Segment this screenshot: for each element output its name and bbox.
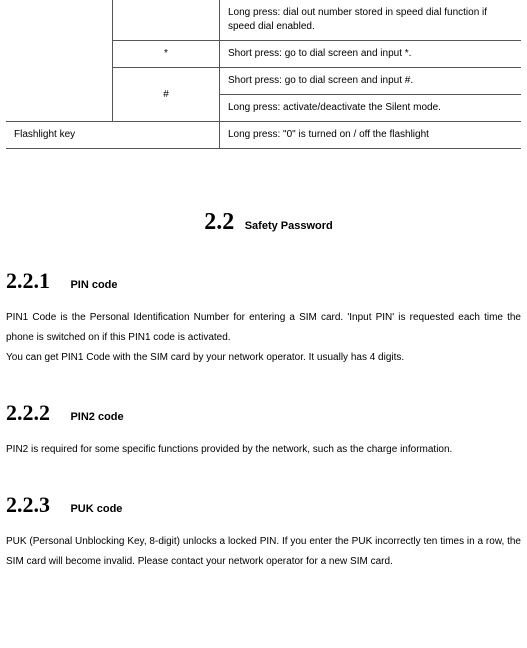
- table-cell-empty: [113, 0, 220, 41]
- subsection-pin-code: 2.2.1 PIN code PIN1 Code is the Personal…: [6, 268, 521, 368]
- table-cell: Long press: activate/deactivate the Sile…: [220, 95, 522, 122]
- paragraph: PIN1 Code is the Personal Identification…: [6, 308, 521, 348]
- table-cell: Short press: go to dial screen and input…: [220, 68, 522, 95]
- key-function-table: Long press: dial out number stored in sp…: [6, 0, 521, 149]
- subsection-pin2-code: 2.2.2 PIN2 code PIN2 is required for som…: [6, 400, 521, 460]
- table-cell-empty: [6, 0, 113, 122]
- section-number: 2.2: [204, 209, 234, 235]
- subsection-number: 2.2.2: [6, 400, 50, 425]
- table-cell-key: #: [113, 68, 220, 122]
- section-title: Safety Password: [245, 220, 333, 232]
- paragraph: PIN2 is required for some specific funct…: [6, 440, 521, 460]
- table-cell-key: *: [113, 41, 220, 68]
- table-cell: Long press: dial out number stored in sp…: [220, 0, 522, 41]
- paragraph: You can get PIN1 Code with the SIM card …: [6, 348, 521, 368]
- subsection-title: PIN2 code: [70, 411, 123, 423]
- paragraph: PUK (Personal Unblocking Key, 8-digit) u…: [6, 532, 521, 572]
- subsection-title: PIN code: [70, 279, 117, 291]
- subsection-number: 2.2.1: [6, 268, 50, 293]
- subsection-title: PUK code: [70, 503, 122, 515]
- table-cell: Long press: "0" is turned on / off the f…: [220, 122, 522, 149]
- section-heading: 2.2 Safety Password: [6, 209, 521, 236]
- table-cell-key: Flashlight key: [6, 122, 220, 149]
- subsection-puk-code: 2.2.3 PUK code PUK (Personal Unblocking …: [6, 492, 521, 572]
- subsection-number: 2.2.3: [6, 492, 50, 517]
- table-cell: Short press: go to dial screen and input…: [220, 41, 522, 68]
